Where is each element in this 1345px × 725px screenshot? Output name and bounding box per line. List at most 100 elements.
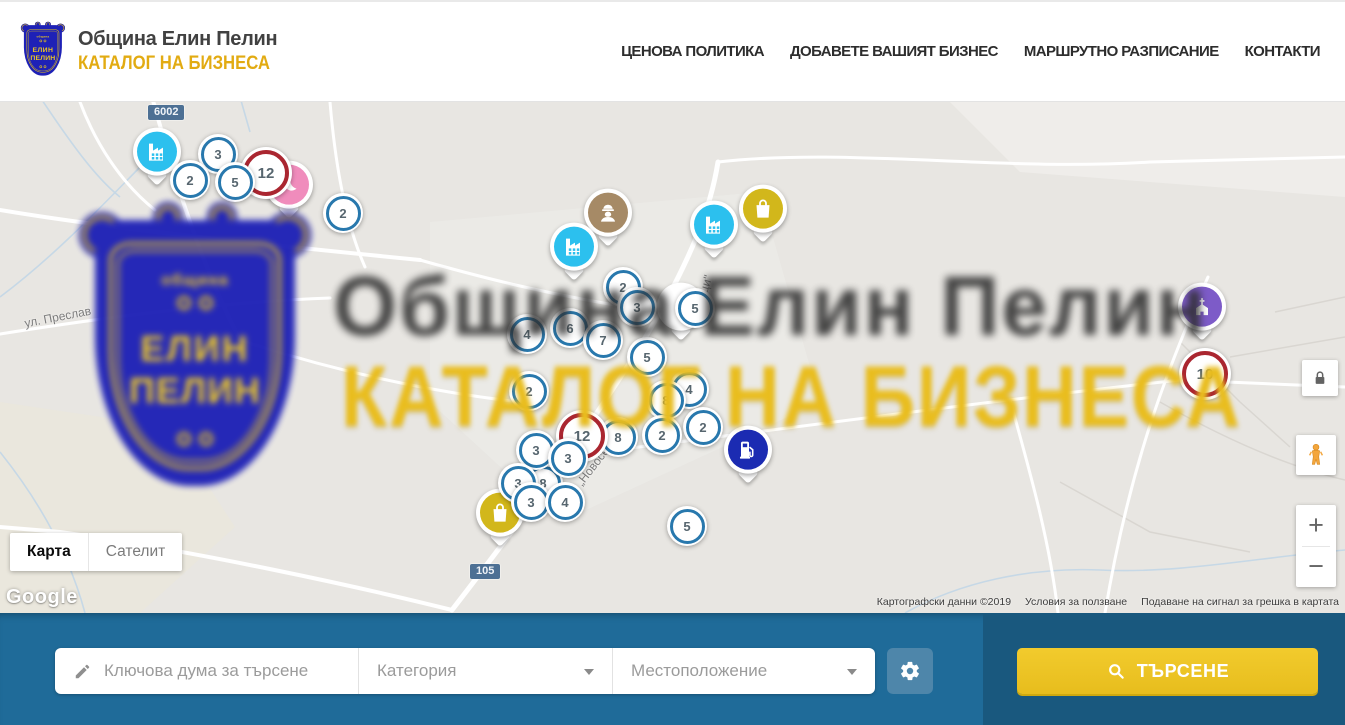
- fuel-pin[interactable]: [724, 426, 772, 474]
- factory-icon: [562, 235, 586, 259]
- cluster-count: 6: [566, 321, 573, 336]
- brand[interactable]: община ЕЛИН ПЕЛИН Община Елин Пелин КАТА…: [22, 24, 296, 80]
- cluster-count: 5: [643, 350, 650, 365]
- municipality-crest-logo: община ЕЛИН ПЕЛИН: [22, 24, 66, 80]
- cluster-marker[interactable]: 5: [627, 337, 667, 377]
- cluster-count: 3: [214, 147, 221, 162]
- worker-icon: [596, 201, 620, 225]
- nav-add-your-business[interactable]: ДОБАВЕТЕ ВАШИЯТ БИЗНЕС: [790, 43, 998, 60]
- cluster-marker[interactable]: 7: [583, 320, 623, 360]
- cluster-count: 5: [691, 301, 698, 316]
- attribution-copyright: Картографски данни ©2019: [877, 596, 1011, 608]
- search-button-label: ТЪРСЕНЕ: [1137, 661, 1229, 682]
- watermark-crest: община ЕЛИН ПЕЛИН: [85, 214, 305, 486]
- nav-pricing-policy[interactable]: ЦЕНОВА ПОЛИТИКА: [621, 43, 764, 60]
- map-canvas[interactable]: ул. Преславбул. „Новоселци" 6002105 3122…: [0, 102, 1345, 613]
- cluster-marker[interactable]: 2: [642, 415, 682, 455]
- cluster-count: 2: [186, 173, 193, 188]
- map-type-map-button[interactable]: Карта: [10, 533, 88, 571]
- cluster-marker[interactable]: 4: [545, 482, 585, 522]
- gear-icon: [899, 660, 921, 682]
- search-bar: Категория Местоположение ТЪРСЕНЕ: [0, 613, 1345, 725]
- cluster-count: 2: [525, 384, 532, 399]
- location-select[interactable]: Местоположение: [612, 648, 875, 694]
- cluster-count: 8: [614, 430, 621, 445]
- cluster-count: 3: [633, 300, 640, 315]
- cluster-count: 4: [523, 327, 530, 342]
- factory-pin[interactable]: [690, 201, 738, 249]
- location-select-label: Местоположение: [631, 661, 767, 681]
- map-zoom-control: + −: [1296, 505, 1336, 587]
- keyword-search-input[interactable]: [104, 661, 344, 681]
- cluster-count: 5: [231, 175, 238, 190]
- cluster-count: 10: [1197, 366, 1214, 383]
- cluster-marker[interactable]: 2: [170, 160, 210, 200]
- cluster-marker[interactable]: 8: [646, 380, 686, 420]
- cluster-marker[interactable]: 10: [1179, 348, 1231, 400]
- category-select-label: Категория: [377, 661, 456, 681]
- cluster-marker[interactable]: 2: [683, 407, 723, 447]
- map-type-control: Карта Сателит: [10, 533, 182, 571]
- cluster-marker[interactable]: 2: [323, 193, 363, 233]
- factory-pin[interactable]: [550, 223, 598, 271]
- cluster-count: 2: [658, 428, 665, 443]
- cluster-marker[interactable]: 3: [617, 287, 657, 327]
- cluster-count: 7: [599, 333, 606, 348]
- factory-icon: [702, 213, 726, 237]
- cluster-marker[interactable]: 5: [215, 162, 255, 202]
- cluster-count: 3: [564, 451, 571, 466]
- cluster-marker[interactable]: 5: [667, 506, 707, 546]
- pencil-icon: [73, 662, 92, 681]
- nav-contacts[interactable]: КОНТАКТИ: [1245, 43, 1320, 60]
- search-submit-button[interactable]: ТЪРСЕНЕ: [1017, 648, 1318, 694]
- zoom-in-button[interactable]: +: [1296, 505, 1336, 546]
- site-title: Община Елин Пелин: [78, 28, 296, 51]
- crest-word-obshtina: община: [24, 35, 62, 38]
- fuel-icon: [736, 438, 760, 462]
- crest-name-line1: ЕЛИН: [24, 45, 62, 53]
- nav-route-schedule[interactable]: МАРШРУТНО РАЗПИСАНИЕ: [1024, 43, 1219, 60]
- search-icon: [1106, 661, 1126, 681]
- cluster-count: 8: [662, 393, 669, 408]
- church-pin[interactable]: [1178, 283, 1226, 331]
- lock-scroll-button[interactable]: [1302, 360, 1338, 396]
- cluster-count: 3: [527, 495, 534, 510]
- lock-icon: [1310, 368, 1330, 388]
- category-select[interactable]: Категория: [358, 648, 612, 694]
- cluster-count: 4: [561, 495, 568, 510]
- main-nav: ЦЕНОВА ПОЛИТИКА ДОБАВЕТЕ ВАШИЯТ БИЗНЕС М…: [621, 43, 1320, 60]
- cluster-marker[interactable]: 2: [509, 371, 549, 411]
- chevron-down-icon: [847, 669, 857, 675]
- chevron-down-icon: [584, 669, 594, 675]
- keyword-field-wrap: [55, 648, 358, 694]
- cluster-count: 3: [532, 443, 539, 458]
- cluster-marker[interactable]: 5: [675, 288, 715, 328]
- map-type-satellite-button[interactable]: Сателит: [88, 533, 182, 571]
- attribution-report-link[interactable]: Подаване на сигнал за грешка в картата: [1141, 596, 1339, 608]
- cluster-count: 4: [685, 382, 692, 397]
- map-attribution: Картографски данни ©2019 Условия за полз…: [877, 596, 1339, 608]
- page: община ЕЛИН ПЕЛИН Община Елин Пелин КАТА…: [0, 0, 1345, 725]
- site-subtitle: КАТАЛОГ НА БИЗНЕСА: [78, 53, 270, 75]
- cluster-count: 5: [683, 519, 690, 534]
- attribution-terms-link[interactable]: Условия за ползване: [1025, 596, 1127, 608]
- bag-icon: [751, 197, 775, 221]
- cluster-count: 2: [699, 420, 706, 435]
- search-box: Категория Местоположение: [55, 648, 875, 694]
- street-view-pegman-button[interactable]: [1296, 435, 1336, 475]
- factory-icon: [145, 140, 169, 164]
- google-logo[interactable]: Google: [6, 586, 78, 609]
- zoom-out-button[interactable]: −: [1296, 547, 1336, 588]
- crest-name-line2: ПЕЛИН: [24, 53, 62, 61]
- cluster-count: 2: [339, 206, 346, 221]
- cluster-marker[interactable]: 4: [507, 314, 547, 354]
- bag-pin[interactable]: [739, 185, 787, 233]
- crest-body: община ЕЛИН ПЕЛИН: [24, 25, 62, 76]
- cluster-count: 12: [258, 165, 275, 182]
- cluster-marker[interactable]: 3: [548, 438, 588, 478]
- advanced-search-settings-button[interactable]: [887, 648, 933, 694]
- bag-icon: [488, 501, 512, 525]
- header: община ЕЛИН ПЕЛИН Община Елин Пелин КАТА…: [0, 0, 1345, 102]
- crest-shield: община ЕЛИН ПЕЛИН: [22, 24, 64, 76]
- church-icon: [1190, 295, 1214, 319]
